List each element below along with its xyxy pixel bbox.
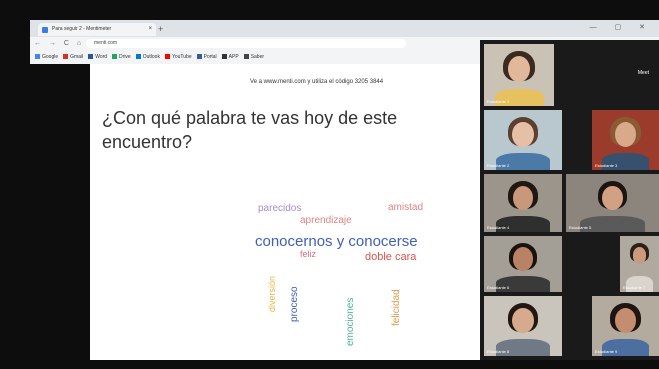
new-tab-button[interactable]: +	[158, 23, 163, 35]
top-black-bar	[0, 0, 659, 20]
bottom-black-bar	[0, 360, 659, 369]
bookmark-icon	[243, 54, 249, 59]
participant-face	[602, 185, 623, 210]
bookmark-item[interactable]: APP	[221, 54, 239, 60]
join-instruction: Ve a www.menti.com y utiliza el código 3…	[250, 79, 384, 85]
word-cloud-word: amistad	[388, 202, 424, 213]
word-cloud-word: feliz	[300, 249, 317, 259]
participant-video-tile[interactable]: Estudiante 8	[484, 296, 562, 356]
participant-video-tile[interactable]: Estudiante 6	[484, 236, 562, 292]
participant-name: Estudiante 6	[487, 285, 510, 290]
word-cloud-word: felicidad	[391, 289, 402, 326]
slide-question: ¿Con qué palabra te vas hoy de este encu…	[102, 108, 398, 152]
participant-name: Estudiante 3	[595, 163, 618, 168]
bookmark-icon	[135, 54, 141, 59]
participant-name: Estudiante 8	[487, 349, 510, 354]
tab-title: Para seguir 2 - Mentimeter	[52, 26, 112, 32]
bookmark-item[interactable]: Outlook	[135, 54, 160, 60]
left-black-margin	[0, 20, 30, 360]
bookmark-item[interactable]: YouTube	[164, 54, 192, 60]
participant-video-tile[interactable]: Estudiante 4	[484, 174, 562, 232]
participant-name: Estudiante 5	[569, 225, 592, 230]
participant-name: Estudiante 7	[623, 285, 646, 290]
bookmark-icon	[63, 54, 69, 59]
meeting-label: Meet	[637, 70, 649, 76]
bookmark-icon	[221, 54, 227, 59]
bookmark-item[interactable]: Word	[88, 54, 107, 60]
bookmark-item[interactable]: Gmail	[63, 54, 83, 60]
word-cloud-word: doble cara	[365, 251, 417, 263]
nav-buttons-icon[interactable]: ← → C ⌂	[34, 37, 84, 50]
tab-favicon-icon	[42, 27, 48, 33]
bookmark-icon	[35, 54, 40, 59]
participant-video-tile[interactable]: Estudiante 9	[592, 296, 659, 356]
participant-face	[512, 185, 534, 210]
slide-left-black	[30, 64, 90, 360]
bookmark-item[interactable]: Portal	[196, 54, 217, 60]
bookmark-item[interactable]: Drive	[112, 54, 131, 60]
video-call-panel: Meet Estudiante 1 Estudiante 2 Estudiante …	[480, 40, 659, 360]
mentimeter-slide: Ve a www.menti.com y utiliza el código 3…	[90, 64, 480, 360]
bookmark-item[interactable]: Google	[35, 54, 58, 60]
participant-name: Estudiante 4	[487, 225, 510, 230]
bookmark-icon	[112, 54, 118, 59]
window-controls[interactable]: — ▢ ✕	[590, 23, 653, 31]
participant-face	[512, 122, 534, 148]
participant-name: Estudiante 1	[487, 99, 510, 104]
word-cloud-word: diversión	[267, 275, 277, 312]
participant-face	[513, 247, 533, 271]
word-cloud-word: parecidos	[258, 203, 302, 214]
participant-video-tile[interactable]: Estudiante 7	[620, 236, 659, 292]
participant-video-tile[interactable]: Estudiante 1	[484, 44, 554, 106]
participant-face	[632, 247, 647, 264]
participant-name: Estudiante 9	[595, 349, 618, 354]
bookmark-icon	[88, 54, 94, 59]
participant-video-tile[interactable]: Estudiante 3	[592, 110, 659, 170]
participant-face	[512, 308, 534, 334]
participant-video-tile[interactable]: Estudiante 2	[484, 110, 562, 170]
bookmark-item[interactable]: Saber	[243, 54, 264, 60]
bookmark-icon	[196, 54, 202, 59]
bookmark-icon	[164, 54, 170, 59]
word-cloud-word: aprendizaje	[300, 215, 352, 226]
tab-close-icon[interactable]: ×	[148, 23, 152, 36]
participant-video-tile[interactable]: Estudiante 5	[566, 174, 659, 232]
url-input[interactable]: menti.com	[86, 39, 406, 48]
word-cloud-word: conocernos y conocerse	[255, 233, 418, 250]
word-cloud-word: emociones	[345, 297, 356, 346]
word-cloud-word: proceso	[289, 286, 300, 322]
browser-tab[interactable]: Para seguir 2 - Mentimeter ×	[38, 23, 156, 36]
participant-name: Estudiante 2	[487, 163, 510, 168]
